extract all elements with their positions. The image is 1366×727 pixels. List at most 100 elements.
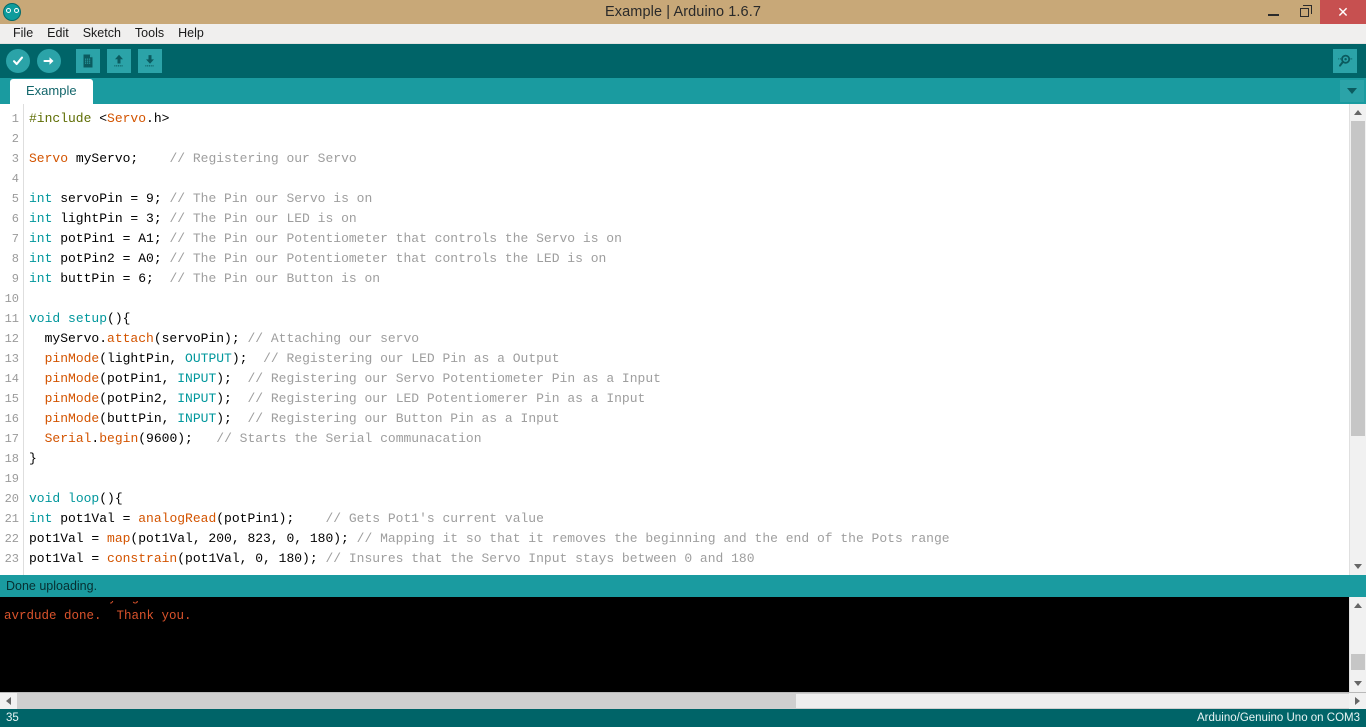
menu-item-help[interactable]: Help	[171, 24, 211, 43]
serial-monitor-button[interactable]	[1332, 48, 1358, 74]
code-token: // Registering our Servo Potentiometer P…	[247, 371, 661, 386]
line-number: 5	[11, 192, 19, 206]
hscroll-track[interactable]	[17, 693, 1349, 709]
menu-item-file[interactable]: File	[6, 24, 40, 43]
console-scroll-up-button[interactable]	[1350, 597, 1366, 614]
console-scroll-thumb[interactable]	[1351, 654, 1365, 671]
code-token: );	[216, 411, 248, 426]
code-line[interactable]: pinMode(buttPin, INPUT); // Registering …	[29, 409, 1349, 429]
code-line[interactable]: }	[29, 449, 1349, 469]
code-token: (potPin2,	[99, 391, 178, 406]
console-output[interactable]: avrdude: verifying ... avrdude done. Tha…	[0, 597, 1349, 692]
code-content[interactable]: #include <Servo.h> Servo myServo; // Reg…	[24, 104, 1349, 575]
line-number: 10	[4, 292, 19, 306]
code-token: int	[29, 231, 53, 246]
code-token: int	[29, 511, 53, 526]
console-scroll-down-button[interactable]	[1350, 675, 1366, 692]
code-token: (potPin1,	[99, 371, 178, 386]
editor-scroll-track[interactable]	[1350, 121, 1366, 558]
verify-button[interactable]	[5, 48, 31, 74]
console-area: avrdude: verifying ... avrdude done. Tha…	[0, 597, 1366, 692]
code-line[interactable]: int servoPin = 9; // The Pin our Servo i…	[29, 189, 1349, 209]
line-number: 19	[4, 472, 19, 486]
code-line[interactable]: pinMode(potPin1, INPUT); // Registering …	[29, 369, 1349, 389]
toolbar	[0, 44, 1366, 78]
code-token: // The Pin our LED is on	[169, 211, 357, 226]
tab-example[interactable]: Example	[10, 79, 93, 104]
code-token: myServo.	[29, 331, 108, 346]
menu-item-tools[interactable]: Tools	[128, 24, 171, 43]
line-number: 12	[4, 332, 19, 346]
code-line[interactable]: pinMode(lightPin, OUTPUT); // Registerin…	[29, 349, 1349, 369]
menu-item-edit[interactable]: Edit	[40, 24, 76, 43]
console-line-done: avrdude done. Thank you.	[4, 609, 192, 623]
code-token: (){	[107, 311, 131, 326]
code-token: );	[216, 391, 248, 406]
scroll-left-button[interactable]	[0, 693, 17, 709]
line-number: 2	[11, 132, 19, 146]
code-token: // Insures that the Servo Input stays be…	[325, 551, 755, 566]
code-line[interactable]	[29, 169, 1349, 189]
code-line[interactable]: pinMode(potPin2, INPUT); // Registering …	[29, 389, 1349, 409]
code-line[interactable]	[29, 469, 1349, 489]
magnifier-icon	[1333, 49, 1357, 73]
console-horizontal-scrollbar[interactable]	[0, 692, 1366, 709]
console-clipped-row: avrdude: verifying ...	[4, 601, 1349, 607]
code-line[interactable]	[29, 129, 1349, 149]
code-editor[interactable]: 1 2 3 4 5 6 7 8 9 10 11 12 13 14 15 16 17 18 19 20 21 22 23 #i…	[0, 104, 1349, 575]
code-token: servoPin = 9;	[52, 191, 170, 206]
code-line[interactable]: void loop(){	[29, 489, 1349, 509]
console-scroll-track[interactable]	[1350, 614, 1366, 675]
maximize-button[interactable]	[1289, 0, 1320, 24]
scroll-right-button[interactable]	[1349, 693, 1366, 709]
code-token: potPin2 = A0;	[52, 251, 170, 266]
menu-item-sketch[interactable]: Sketch	[76, 24, 128, 43]
new-sketch-button[interactable]	[75, 48, 101, 74]
console-vertical-scrollbar[interactable]	[1349, 597, 1366, 692]
hscroll-thumb[interactable]	[17, 694, 797, 708]
upload-button[interactable]	[36, 48, 62, 74]
code-token: (pot1Val, 200, 823, 0, 180);	[130, 531, 357, 546]
hscroll-track-rest	[796, 694, 1349, 708]
close-button[interactable]: ✕	[1320, 0, 1366, 24]
line-number-gutter: 1 2 3 4 5 6 7 8 9 10 11 12 13 14 15 16 17 18 19 20 21 22 23	[0, 104, 24, 575]
code-token: // Gets Pot1's current value	[325, 511, 544, 526]
code-token: <	[99, 111, 108, 126]
code-token: OUTPUT	[185, 351, 232, 366]
code-line[interactable]: int potPin1 = A1; // The Pin our Potenti…	[29, 229, 1349, 249]
cursor-line-number: 35	[6, 712, 19, 724]
code-line[interactable]	[29, 289, 1349, 309]
editor-area: 1 2 3 4 5 6 7 8 9 10 11 12 13 14 15 16 17 18 19 20 21 22 23 #i…	[0, 104, 1366, 575]
scroll-up-icon	[1354, 603, 1362, 608]
editor-vertical-scrollbar[interactable]	[1349, 104, 1366, 575]
code-line[interactable]: Servo myServo; // Registering our Servo	[29, 149, 1349, 169]
minimize-button[interactable]	[1258, 0, 1289, 24]
code-token: void	[29, 491, 61, 506]
scroll-down-button[interactable]	[1350, 558, 1366, 575]
tab-menu-button[interactable]	[1340, 80, 1364, 102]
editor-scroll-thumb[interactable]	[1351, 121, 1365, 436]
code-token: // The Pin our Button is on	[169, 271, 381, 286]
code-line[interactable]: pot1Val = constrain(pot1Val, 0, 180); //…	[29, 549, 1349, 569]
code-line[interactable]: int pot1Val = analogRead(potPin1); // Ge…	[29, 509, 1349, 529]
code-line[interactable]: pot1Val = map(pot1Val, 200, 823, 0, 180)…	[29, 529, 1349, 549]
save-sketch-button[interactable]	[137, 48, 163, 74]
code-line[interactable]: int buttPin = 6; // The Pin our Button i…	[29, 269, 1349, 289]
code-token: pinMode	[44, 391, 100, 406]
line-number: 8	[11, 252, 19, 266]
open-sketch-button[interactable]	[106, 48, 132, 74]
new-document-icon	[76, 49, 100, 73]
code-token: Serial	[44, 431, 92, 446]
code-token: int	[29, 211, 53, 226]
code-line[interactable]: #include <Servo.h>	[29, 109, 1349, 129]
code-line[interactable]: void setup(){	[29, 309, 1349, 329]
code-token: // The Pin our Servo is on	[169, 191, 373, 206]
code-line[interactable]: Serial.begin(9600); // Starts the Serial…	[29, 429, 1349, 449]
scroll-up-button[interactable]	[1350, 104, 1366, 121]
code-line[interactable]: myServo.attach(servoPin); // Attaching o…	[29, 329, 1349, 349]
code-line[interactable]: int lightPin = 3; // The Pin our LED is …	[29, 209, 1349, 229]
code-token: (pot1Val, 0, 180);	[177, 551, 326, 566]
code-line[interactable]: int potPin2 = A0; // The Pin our Potenti…	[29, 249, 1349, 269]
code-token: attach	[107, 331, 154, 346]
